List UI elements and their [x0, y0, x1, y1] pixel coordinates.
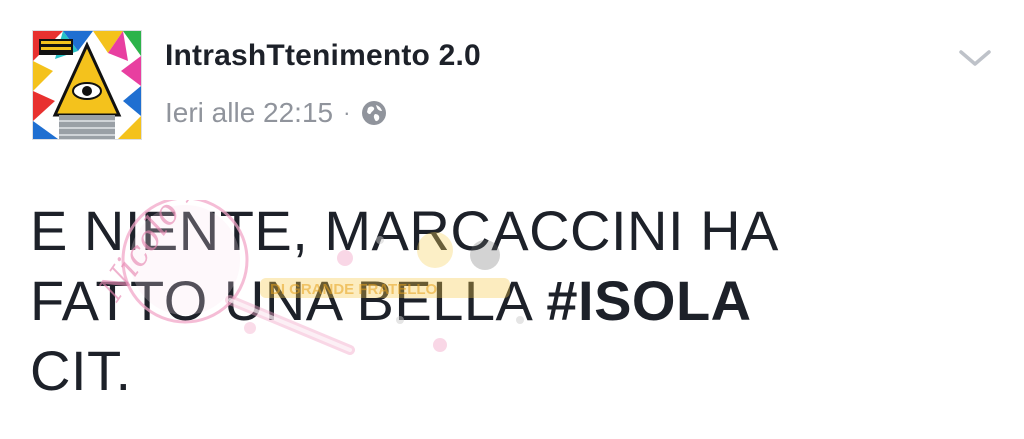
chevron-down-icon [959, 50, 991, 66]
hashtag-link[interactable]: #ISOLA [546, 269, 751, 332]
post-text-line-3: CIT. [30, 339, 132, 402]
page-avatar[interactable] [32, 30, 142, 140]
post-meta: Ieri alle 22:15 · [165, 95, 388, 131]
globe-icon[interactable] [360, 99, 388, 127]
meta-separator: · [343, 100, 351, 125]
post-timestamp[interactable]: Ieri alle 22:15 [165, 97, 333, 129]
facebook-post: IntrashTtenimento 2.0 Ieri alle 22:15 · … [0, 0, 1024, 439]
post-options-chevron-button[interactable] [955, 40, 995, 76]
post-text-line-2-prefix: FATTO UNA BELLA [30, 269, 547, 332]
post-text: E NIENTE, MARCACCINI HA FATTO UNA BELLA … [30, 196, 990, 406]
post-text-line-1: E NIENTE, MARCACCINI HA [30, 199, 779, 262]
page-name-link[interactable]: IntrashTtenimento 2.0 [165, 39, 481, 73]
avatar-logo-image [33, 31, 141, 139]
post-text-line-2: FATTO UNA BELLA #ISOLA [30, 266, 990, 336]
